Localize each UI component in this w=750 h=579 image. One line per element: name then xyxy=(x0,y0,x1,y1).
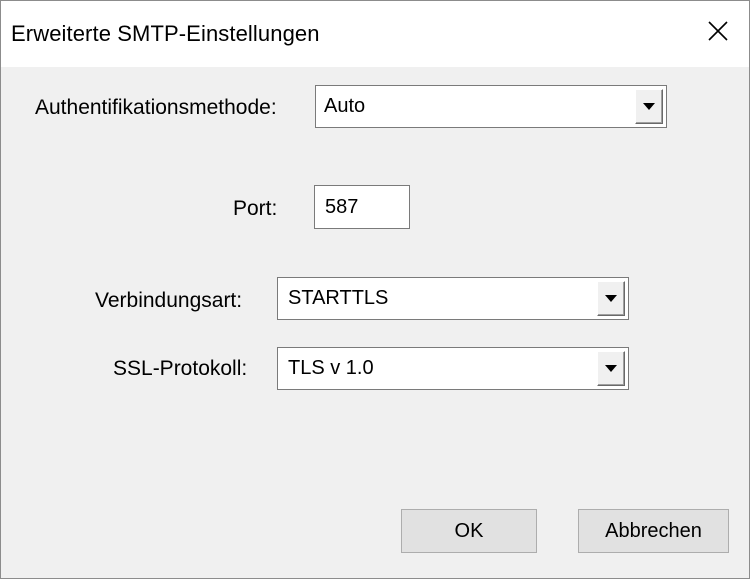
auth-method-label: Authentifikationsmethode: xyxy=(35,96,277,119)
port-field[interactable] xyxy=(314,185,410,229)
dialog-title: Erweiterte SMTP-Einstellungen xyxy=(11,21,320,46)
ssl-protocol-dropdown-button[interactable] xyxy=(597,351,625,386)
connection-type-select[interactable]: STARTTLS xyxy=(277,277,629,320)
auth-method-value: Auto xyxy=(324,95,366,117)
close-button[interactable] xyxy=(693,9,743,57)
port-input[interactable] xyxy=(315,186,409,228)
connection-type-value: STARTTLS xyxy=(288,287,389,309)
auth-method-dropdown-button[interactable] xyxy=(635,89,663,124)
auth-method-select[interactable]: Auto xyxy=(315,85,667,128)
ssl-protocol-label: SSL-Protokoll: xyxy=(113,357,248,380)
smtp-settings-dialog: Erweiterte SMTP-Einstellungen Authentifi… xyxy=(0,0,750,579)
title-bar: Erweiterte SMTP-Einstellungen xyxy=(1,1,749,67)
cancel-button[interactable]: Abbrechen xyxy=(578,509,729,553)
chevron-down-icon xyxy=(605,360,617,378)
ssl-protocol-value: TLS v 1.0 xyxy=(288,357,374,379)
connection-type-dropdown-button[interactable] xyxy=(597,281,625,316)
chevron-down-icon xyxy=(643,98,655,116)
ok-button[interactable]: OK xyxy=(401,509,537,553)
connection-type-label: Verbindungsart: xyxy=(95,289,243,312)
ssl-protocol-select[interactable]: TLS v 1.0 xyxy=(277,347,629,390)
port-label: Port: xyxy=(233,197,278,220)
close-icon xyxy=(707,20,729,47)
chevron-down-icon xyxy=(605,290,617,308)
